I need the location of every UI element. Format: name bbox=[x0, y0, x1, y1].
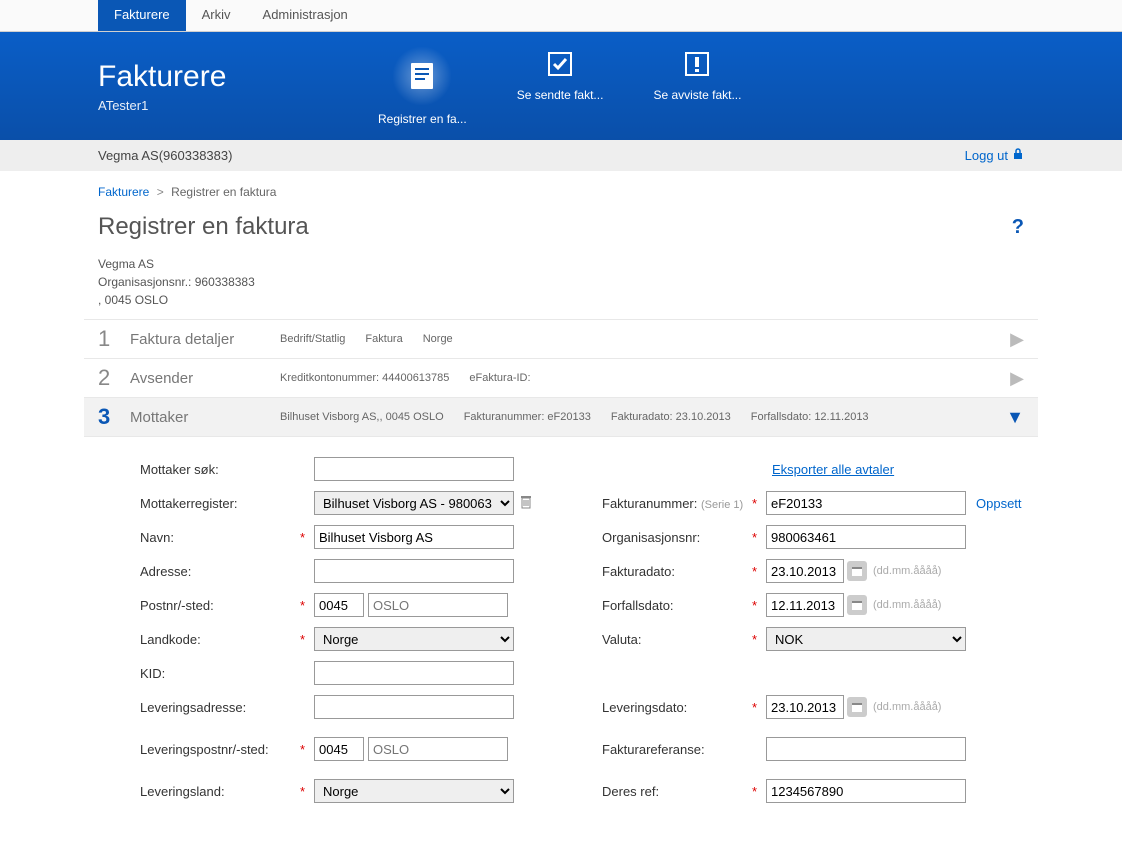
leveringsland-label: Leveringsland: bbox=[140, 784, 300, 799]
navn-input[interactable] bbox=[314, 525, 514, 549]
fakturareferanse-label: Fakturareferanse: bbox=[602, 742, 752, 757]
breadcrumb: Fakturere > Registrer en faktura bbox=[0, 171, 1122, 205]
step-2[interactable]: 2 Avsender Kreditkontonummer: 4440061378… bbox=[84, 358, 1038, 397]
adresse-label: Adresse: bbox=[140, 564, 300, 579]
action-label: Se avviste fakt... bbox=[653, 88, 741, 102]
step-summary: Bedrift/Statlig Faktura Norge bbox=[280, 333, 1010, 345]
date-hint: (dd.mm.åååå) bbox=[873, 565, 941, 577]
form-right-column: Eksporter alle avtaler Fakturanummer: (S… bbox=[602, 457, 1024, 813]
step-label: Avsender bbox=[130, 370, 280, 387]
company-name: Vegma AS bbox=[98, 255, 1024, 273]
alert-icon bbox=[679, 46, 715, 82]
calendar-icon[interactable] bbox=[847, 697, 867, 717]
leveringsadresse-label: Leveringsadresse: bbox=[140, 700, 300, 715]
deres-ref-label: Deres ref: bbox=[602, 784, 752, 799]
calendar-icon[interactable] bbox=[847, 595, 867, 615]
fakturareferanse-input[interactable] bbox=[766, 737, 966, 761]
leveringssted-input[interactable] bbox=[368, 737, 508, 761]
calendar-icon[interactable] bbox=[847, 561, 867, 581]
tab-fakturere[interactable]: Fakturere bbox=[98, 0, 186, 31]
forfallsdato-input[interactable] bbox=[766, 593, 844, 617]
banner-subtitle: ATester1 bbox=[98, 98, 378, 113]
chevron-right-icon: ▶ bbox=[1010, 329, 1024, 350]
valuta-label: Valuta: bbox=[602, 632, 752, 647]
postnr-label: Postnr/-sted: bbox=[140, 598, 300, 613]
leveringspostnr-label: Leveringspostnr/-sted: bbox=[140, 742, 300, 757]
valuta-select[interactable]: NOK bbox=[766, 627, 966, 651]
breadcrumb-current: Registrer en faktura bbox=[171, 185, 276, 199]
step-summary: Kreditkontonummer: 44400613785 eFaktura-… bbox=[280, 372, 1010, 384]
top-nav: Fakturere Arkiv Administrasjon bbox=[0, 0, 1122, 32]
company-orgnr: Organisasjonsnr.: 960338383 bbox=[98, 273, 1024, 291]
forfallsdato-label: Forfallsdato: bbox=[602, 598, 752, 613]
company-block: Vegma AS Organisasjonsnr.: 960338383 , 0… bbox=[0, 255, 1122, 319]
kid-input[interactable] bbox=[314, 661, 514, 685]
deres-ref-input[interactable] bbox=[766, 779, 966, 803]
company-address: , 0045 OSLO bbox=[98, 291, 1024, 309]
trash-icon[interactable] bbox=[520, 495, 532, 512]
page-title: Registrer en faktura bbox=[98, 213, 1012, 241]
action-view-rejected[interactable]: Se avviste fakt... bbox=[653, 46, 741, 126]
fakturanummer-input[interactable] bbox=[766, 491, 966, 515]
leveringsadresse-input[interactable] bbox=[314, 695, 514, 719]
adresse-input[interactable] bbox=[314, 559, 514, 583]
leveringsdato-input[interactable] bbox=[766, 695, 844, 719]
check-icon bbox=[542, 46, 578, 82]
postnr-input[interactable] bbox=[314, 593, 364, 617]
tab-arkiv[interactable]: Arkiv bbox=[186, 0, 247, 31]
step-1[interactable]: 1 Faktura detaljer Bedrift/Statlig Faktu… bbox=[84, 319, 1038, 358]
eksporter-link[interactable]: Eksporter alle avtaler bbox=[772, 462, 894, 477]
banner: Fakturere ATester1 Registrer en fa... Se… bbox=[0, 32, 1122, 140]
step-summary: Bilhuset Visborg AS,, 0045 OSLO Fakturan… bbox=[280, 411, 1006, 423]
fakturadato-label: Fakturadato: bbox=[602, 564, 752, 579]
landkode-label: Landkode: bbox=[140, 632, 300, 647]
action-label: Se sendte fakt... bbox=[517, 88, 604, 102]
sted-input[interactable] bbox=[368, 593, 508, 617]
help-icon[interactable]: ? bbox=[1012, 216, 1024, 239]
step-3[interactable]: 3 Mottaker Bilhuset Visborg AS,, 0045 OS… bbox=[84, 397, 1038, 437]
date-hint: (dd.mm.åååå) bbox=[873, 599, 941, 611]
oppsett-link[interactable]: Oppsett bbox=[976, 496, 1022, 511]
document-icon bbox=[392, 46, 452, 106]
kid-label: KID: bbox=[140, 666, 300, 681]
action-view-sent[interactable]: Se sendte fakt... bbox=[517, 46, 604, 126]
form-left-column: Mottaker søk: Mottakerregister: Bilhuset… bbox=[140, 457, 562, 813]
step-num: 3 bbox=[98, 404, 130, 430]
step-label: Faktura detaljer bbox=[130, 331, 280, 348]
subheader: Vegma AS(960338383) Logg ut bbox=[0, 140, 1122, 171]
chevron-down-icon: ▼ bbox=[1006, 407, 1024, 428]
leveringsdato-label: Leveringsdato: bbox=[602, 700, 752, 715]
fakturanummer-label: Fakturanummer: (Serie 1) bbox=[602, 496, 752, 511]
landkode-select[interactable]: Norge bbox=[314, 627, 514, 651]
tab-administrasjon[interactable]: Administrasjon bbox=[247, 0, 364, 31]
steps: 1 Faktura detaljer Bedrift/Statlig Faktu… bbox=[0, 319, 1122, 437]
form-area: Mottaker søk: Mottakerregister: Bilhuset… bbox=[0, 437, 1122, 843]
chevron-right-icon: ▶ bbox=[1010, 368, 1024, 389]
action-register-invoice[interactable]: Registrer en fa... bbox=[378, 46, 467, 126]
action-label: Registrer en fa... bbox=[378, 112, 467, 126]
navn-label: Navn: bbox=[140, 530, 300, 545]
orgnr-label: Organisasjonsnr: bbox=[602, 530, 752, 545]
step-num: 1 bbox=[98, 326, 130, 352]
logout-link[interactable]: Logg ut bbox=[965, 148, 1024, 163]
breadcrumb-root[interactable]: Fakturere bbox=[98, 185, 149, 199]
banner-title: Fakturere bbox=[98, 60, 378, 94]
mottaker-sok-label: Mottaker søk: bbox=[140, 462, 300, 477]
step-label: Mottaker bbox=[130, 409, 280, 426]
step-num: 2 bbox=[98, 365, 130, 391]
date-hint: (dd.mm.åååå) bbox=[873, 701, 941, 713]
mottakerregister-label: Mottakerregister: bbox=[140, 496, 300, 511]
leveringspostnr-input[interactable] bbox=[314, 737, 364, 761]
orgnr-input[interactable] bbox=[766, 525, 966, 549]
mottaker-sok-input[interactable] bbox=[314, 457, 514, 481]
leveringsland-select[interactable]: Norge bbox=[314, 779, 514, 803]
mottakerregister-select[interactable]: Bilhuset Visborg AS - 980063 bbox=[314, 491, 514, 515]
lock-icon bbox=[1012, 148, 1024, 163]
fakturadato-input[interactable] bbox=[766, 559, 844, 583]
company-context: Vegma AS(960338383) bbox=[98, 148, 232, 163]
